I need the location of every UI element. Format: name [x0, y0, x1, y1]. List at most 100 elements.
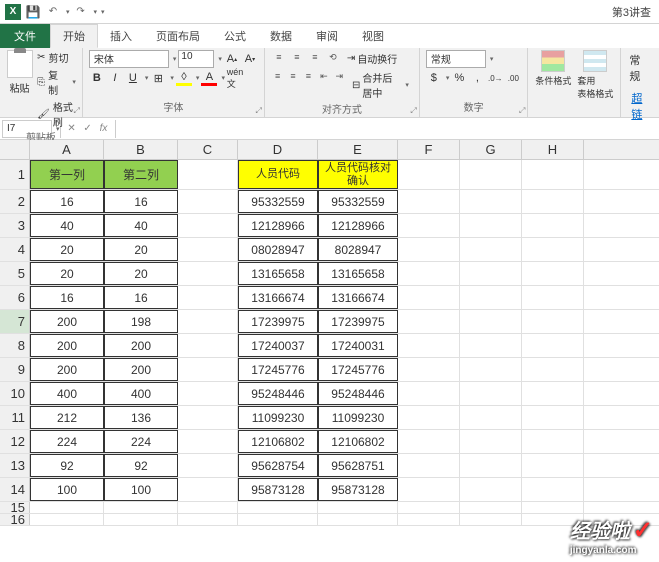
cell[interactable]: 16 [30, 190, 104, 213]
cell[interactable]: 100 [30, 478, 104, 501]
cell[interactable]: 17239975 [318, 310, 398, 333]
font-dropdown-icon[interactable]: ▾ [173, 55, 177, 63]
cell[interactable]: 16 [104, 190, 178, 213]
tab-insert[interactable]: 插入 [98, 24, 144, 48]
cell[interactable] [460, 502, 522, 513]
tab-home[interactable]: 开始 [50, 24, 98, 48]
cell[interactable] [460, 454, 522, 477]
align-left-button[interactable]: ≡ [271, 69, 284, 83]
cell[interactable] [30, 502, 104, 513]
cell[interactable]: 11099230 [318, 406, 398, 429]
cell[interactable] [318, 514, 398, 525]
cell[interactable]: 17245776 [238, 358, 318, 381]
cell[interactable]: 200 [30, 358, 104, 381]
copy-button[interactable]: ⎘复制▾ [37, 67, 76, 97]
cell[interactable] [522, 334, 584, 357]
cell[interactable] [522, 478, 584, 501]
tab-layout[interactable]: 页面布局 [144, 24, 212, 48]
conditional-format-button[interactable]: 条件格式 [534, 50, 572, 87]
row-header[interactable]: 3 [0, 214, 30, 237]
format-painter-button[interactable]: 🖌格式刷 [37, 99, 76, 129]
merge-dropdown-icon[interactable]: ▾ [405, 81, 409, 89]
cell[interactable]: 95248446 [318, 382, 398, 405]
cell[interactable]: 95248446 [238, 382, 318, 405]
cell[interactable]: 17240031 [318, 334, 398, 357]
cell[interactable]: 13165658 [238, 262, 318, 285]
underline-dropdown-icon[interactable]: ▾ [145, 74, 149, 82]
cell[interactable] [104, 502, 178, 513]
cell[interactable] [460, 334, 522, 357]
italic-button[interactable]: I [107, 70, 123, 86]
cell[interactable]: 400 [30, 382, 104, 405]
col-header-f[interactable]: F [398, 140, 460, 159]
cell[interactable]: 212 [30, 406, 104, 429]
cell[interactable] [522, 190, 584, 213]
cell[interactable]: 400 [104, 382, 178, 405]
row-header[interactable]: 7 [0, 310, 30, 333]
cell[interactable] [398, 160, 460, 189]
row-header[interactable]: 5 [0, 262, 30, 285]
cell[interactable] [460, 238, 522, 261]
cell[interactable]: 200 [104, 334, 178, 357]
align-expand-icon[interactable]: ⤢ [410, 106, 416, 116]
cell[interactable] [398, 238, 460, 261]
copy-dropdown-icon[interactable]: ▾ [72, 78, 76, 86]
col-header-d[interactable]: D [238, 140, 318, 159]
cell[interactable]: 13166674 [238, 286, 318, 309]
cell[interactable] [398, 478, 460, 501]
cell[interactable]: 第二列 [104, 160, 178, 189]
size-dropdown-icon[interactable]: ▾ [218, 55, 222, 63]
font-name-select[interactable]: 宋体 [89, 50, 169, 68]
row-header[interactable]: 10 [0, 382, 30, 405]
font-expand-icon[interactable]: ⤢ [256, 106, 262, 116]
cell[interactable] [522, 454, 584, 477]
number-expand-icon[interactable]: ⤢ [519, 106, 525, 116]
row-header[interactable]: 2 [0, 190, 30, 213]
cell[interactable] [522, 430, 584, 453]
undo-dropdown-icon[interactable]: ▾ [66, 8, 70, 16]
cell[interactable] [318, 502, 398, 513]
cell[interactable] [398, 514, 460, 525]
row-header[interactable]: 11 [0, 406, 30, 429]
cell[interactable] [178, 334, 238, 357]
align-right-button[interactable]: ≡ [302, 69, 315, 83]
cell[interactable]: 第一列 [30, 160, 104, 189]
cell[interactable]: 224 [104, 430, 178, 453]
comma-button[interactable]: , [469, 70, 485, 86]
cell[interactable]: 8028947 [318, 238, 398, 261]
cell[interactable] [398, 190, 460, 213]
cell[interactable]: 92 [104, 454, 178, 477]
cell[interactable] [522, 262, 584, 285]
redo-dropdown-icon[interactable]: ▾ [94, 8, 98, 16]
row-header[interactable]: 6 [0, 286, 30, 309]
redo-icon[interactable]: ↷ [72, 3, 90, 21]
cell[interactable]: 95332559 [318, 190, 398, 213]
cell[interactable] [398, 334, 460, 357]
font-color-button[interactable]: A [201, 70, 217, 86]
cell[interactable]: 13166674 [318, 286, 398, 309]
cell[interactable]: 12106802 [318, 430, 398, 453]
col-header-e[interactable]: E [318, 140, 398, 159]
cell[interactable] [178, 160, 238, 189]
cell[interactable]: 95628754 [238, 454, 318, 477]
cell[interactable]: 17240037 [238, 334, 318, 357]
cell[interactable] [398, 286, 460, 309]
underline-button[interactable]: U [125, 70, 141, 86]
number-format-select[interactable]: 常规 [426, 50, 486, 68]
cell[interactable]: 200 [104, 358, 178, 381]
cell[interactable]: 20 [104, 238, 178, 261]
cell[interactable] [522, 286, 584, 309]
paste-button[interactable]: 粘贴 [6, 50, 33, 95]
fill-color-button[interactable]: ◊ [176, 70, 192, 86]
tab-file[interactable]: 文件 [0, 24, 50, 48]
cell[interactable]: 17239975 [238, 310, 318, 333]
col-header-h[interactable]: H [522, 140, 584, 159]
cell[interactable] [238, 514, 318, 525]
cell[interactable]: 95873128 [318, 478, 398, 501]
cell[interactable] [460, 160, 522, 189]
tab-formula[interactable]: 公式 [212, 24, 258, 48]
border-button[interactable]: ⊞ [150, 70, 166, 86]
cell[interactable]: 12128966 [238, 214, 318, 237]
cell[interactable] [522, 406, 584, 429]
cell[interactable]: 198 [104, 310, 178, 333]
